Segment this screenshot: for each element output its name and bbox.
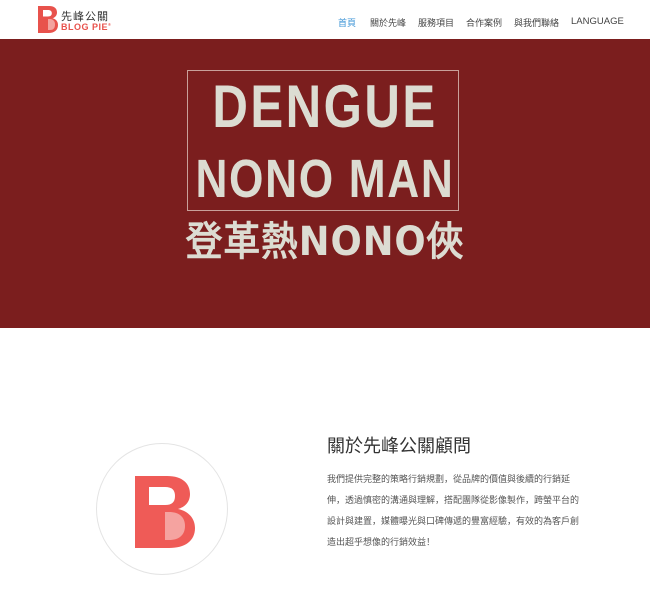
- nav-item-about[interactable]: 關於先峰: [370, 16, 406, 29]
- hero-title-line2: NONO MAN: [195, 149, 455, 209]
- blog-pie-b-logo-icon: [135, 476, 195, 548]
- site-header: 先峰公關 BLOG PIE® 首頁 關於先峰 服務項目 合作案例 與我們聯絡 L…: [0, 0, 650, 39]
- hero-title-chinese: 登革熱NONO俠: [185, 219, 465, 265]
- nav-item-language[interactable]: LANGUAGE: [571, 16, 624, 27]
- about-description: 我們提供完整的策略行銷規劃，從品牌的價值與後續的行銷延伸，透過慎密的溝通與理解，…: [327, 475, 580, 548]
- about-logo-circle: [96, 443, 228, 575]
- hero-title-line1: DENGUE: [212, 73, 438, 140]
- nav-item-home[interactable]: 首頁: [338, 16, 356, 29]
- hero-banner[interactable]: DENGUE NONO MAN 登革熱NONO俠: [0, 39, 650, 328]
- about-title: 關於先峰公關顧問: [327, 436, 471, 457]
- main-nav: 首頁 關於先峰 服務項目 合作案例 與我們聯絡 LANGUAGE: [0, 16, 650, 30]
- nav-item-cases[interactable]: 合作案例: [466, 16, 502, 29]
- nav-item-services[interactable]: 服務項目: [418, 16, 454, 29]
- nav-item-contact[interactable]: 與我們聯絡: [514, 16, 559, 29]
